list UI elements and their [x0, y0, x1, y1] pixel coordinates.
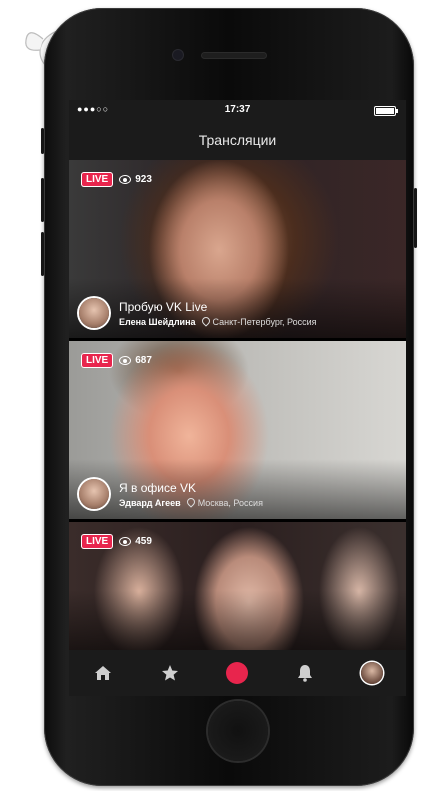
location-pin-icon	[185, 495, 197, 508]
power-button	[414, 188, 417, 248]
home-icon	[94, 666, 111, 680]
tab-bar	[69, 650, 406, 696]
stream-meta: Пробую VK Live Елена Шейдлина Санкт-Петер…	[119, 300, 317, 327]
viewer-count: 459	[119, 536, 152, 547]
viewer-count-value: 459	[135, 536, 152, 547]
tab-go-live[interactable]	[222, 658, 252, 688]
stream-location: Санкт-Петербург, Россия	[212, 316, 317, 327]
front-camera	[173, 50, 183, 60]
stream-card[interactable]: LIVE 459	[69, 522, 406, 650]
volume-up-button	[41, 178, 44, 222]
page-title: Трансляции	[198, 132, 277, 148]
earpiece-speaker	[202, 53, 266, 58]
stream-subtitle: Эдвард Агеев Москва, Россия	[119, 495, 263, 508]
stream-info: Пробую VK Live Елена Шейдлина Санкт-Петер…	[79, 298, 317, 328]
live-badge: LIVE	[81, 172, 114, 187]
stream-badges: LIVE 923	[81, 172, 152, 187]
viewer-count: 687	[119, 355, 152, 366]
home-button[interactable]	[208, 701, 268, 761]
app-screen: ●●●○○ 17:37 Трансляции LIVE 923 Пробую V…	[69, 100, 406, 696]
tab-favorites[interactable]	[155, 658, 185, 688]
stream-info: Я в офисе VK Эдвард Агеев Москва, Россия	[79, 479, 263, 509]
tab-notifications[interactable]	[290, 658, 320, 688]
status-time: 17:37	[224, 104, 251, 115]
battery-icon	[374, 106, 398, 116]
stream-badges: LIVE 459	[81, 534, 152, 549]
profile-avatar	[361, 662, 384, 684]
tab-profile[interactable]	[357, 658, 387, 688]
avatar[interactable]	[79, 298, 109, 328]
tab-home[interactable]	[88, 658, 118, 688]
stream-author[interactable]: Елена Шейдлина	[119, 317, 196, 327]
live-badge: LIVE	[81, 353, 114, 368]
record-icon	[226, 662, 249, 684]
stream-author[interactable]: Эдвард Агеев	[119, 498, 181, 508]
bell-icon	[297, 665, 312, 682]
mute-switch	[41, 128, 44, 154]
avatar[interactable]	[79, 479, 109, 509]
volume-down-button	[41, 232, 44, 276]
location-pin-icon	[199, 314, 212, 327]
stream-location: Москва, Россия	[197, 497, 263, 508]
stream-card[interactable]: LIVE 687 Я в офисе VK Эдвард Агеев Москва…	[69, 341, 406, 519]
header: Трансляции	[69, 120, 406, 160]
streams-feed[interactable]: LIVE 923 Пробую VK Live Елена Шейдлина Са…	[69, 160, 406, 650]
viewer-count-value: 687	[135, 355, 152, 366]
stream-title: Пробую VK Live	[119, 299, 208, 314]
stream-title: Я в офисе VK	[119, 480, 196, 495]
eye-icon	[119, 175, 132, 184]
live-badge: LIVE	[81, 534, 114, 549]
status-bar: ●●●○○ 17:37	[69, 100, 406, 120]
stream-subtitle: Елена Шейдлина Санкт-Петербург, Россия	[119, 314, 317, 327]
eye-icon	[119, 537, 132, 546]
stream-meta: Я в офисе VK Эдвард Агеев Москва, Россия	[119, 481, 263, 508]
viewer-count-value: 923	[135, 174, 152, 185]
stream-card[interactable]: LIVE 923 Пробую VK Live Елена Шейдлина Са…	[69, 160, 406, 338]
viewer-count: 923	[119, 174, 152, 185]
eye-icon	[119, 356, 132, 365]
star-icon	[162, 665, 179, 681]
stream-badges: LIVE 687	[81, 353, 152, 368]
